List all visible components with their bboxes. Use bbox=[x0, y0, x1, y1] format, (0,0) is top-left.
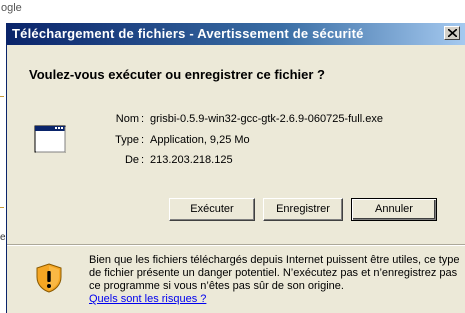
dialog-titlebar[interactable]: Téléchargement de fichiers - Avertisseme… bbox=[7, 23, 465, 45]
application-window-icon bbox=[34, 125, 66, 153]
screen: ogle e Téléchargement de fichiers - Aver… bbox=[0, 0, 465, 313]
background-mark bbox=[0, 207, 4, 208]
dialog-title: Téléchargement de fichiers - Avertisseme… bbox=[12, 26, 364, 41]
security-warning: Bien que les fichiers téléchargés depuis… bbox=[89, 254, 465, 306]
from-separator: : bbox=[141, 154, 145, 166]
close-icon bbox=[448, 29, 457, 37]
file-type-value: Application, 9,25 Mo bbox=[150, 134, 250, 146]
divider bbox=[7, 244, 465, 246]
download-security-dialog: Téléchargement de fichiers - Avertisseme… bbox=[6, 23, 465, 313]
file-source-value: 213.203.218.125 bbox=[150, 154, 233, 166]
background-mark bbox=[0, 96, 4, 97]
save-button[interactable]: Enregistrer bbox=[263, 198, 343, 221]
name-label: Nom bbox=[115, 113, 139, 125]
background-page-text: ogle bbox=[1, 2, 22, 14]
type-label: Type bbox=[115, 134, 139, 146]
type-separator: : bbox=[141, 134, 145, 146]
close-button[interactable] bbox=[444, 26, 460, 40]
file-name-value: grisbi-0.5.9-win32-gcc-gtk-2.6.9-060725-… bbox=[150, 113, 383, 125]
name-separator: : bbox=[141, 113, 145, 125]
from-label: De bbox=[124, 154, 139, 166]
cancel-button[interactable]: Annuler bbox=[351, 198, 437, 221]
dialog-question: Voulez-vous exécuter ou enregistrer ce f… bbox=[29, 67, 325, 82]
security-shield-icon bbox=[36, 263, 62, 293]
warning-text: Bien que les fichiers téléchargés depuis… bbox=[89, 254, 460, 292]
background-letter: e bbox=[0, 232, 6, 243]
run-button[interactable]: Exécuter bbox=[169, 198, 255, 221]
risks-link[interactable]: Quels sont les risques ? bbox=[89, 293, 206, 305]
